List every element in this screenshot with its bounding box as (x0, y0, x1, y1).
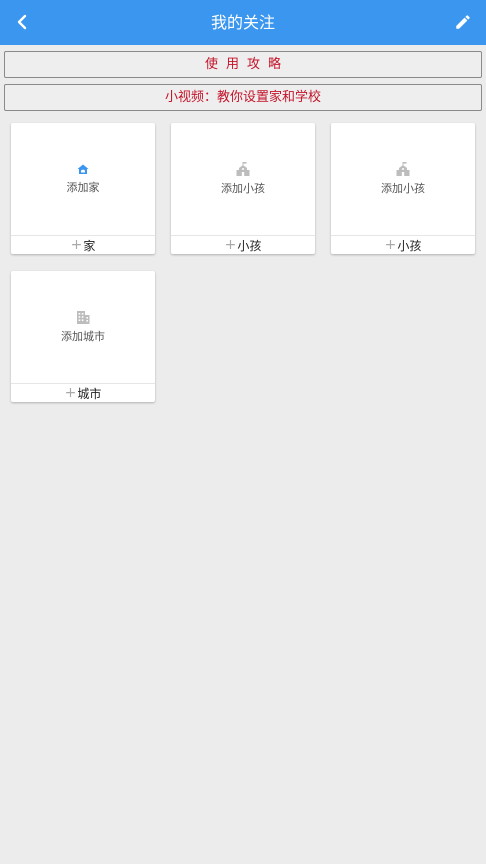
card-child-1-footer-label: 小孩 (237, 238, 262, 253)
card-child-1-label: 添加小孩 (221, 182, 265, 195)
card-child-2-footer-label: 小孩 (397, 238, 422, 253)
card-city-body[interactable]: 添加城市 (11, 271, 155, 383)
card-city-label: 添加城市 (61, 329, 105, 343)
page-title: 我的关注 (210, 13, 275, 32)
card-child-1[interactable]: 添加小孩 + 小孩 (171, 123, 315, 254)
card-child-1-body[interactable]: 添加小孩 (171, 123, 315, 235)
plus-icon: + (64, 385, 77, 401)
card-home-label: 添加家 (66, 180, 100, 194)
add-child-1-button[interactable]: + 小孩 (171, 235, 315, 254)
plus-icon: + (384, 237, 397, 253)
guide-button[interactable]: 使用攻略 (4, 51, 482, 78)
edit-button[interactable] (450, 9, 476, 35)
plus-icon: + (70, 237, 83, 253)
card-child-2-label: 添加小孩 (381, 182, 425, 195)
pencil-icon (456, 15, 470, 29)
add-home-button[interactable]: + 家 (11, 235, 155, 254)
building-icon (77, 310, 90, 324)
plus-icon: + (224, 237, 237, 253)
add-city-button[interactable]: + 城市 (11, 383, 155, 402)
card-child-2[interactable]: 添加小孩 + 小孩 (331, 123, 475, 254)
card-home-footer-label: 家 (83, 238, 96, 253)
app-header: 我的关注 (0, 0, 486, 45)
school-icon (236, 162, 250, 176)
card-city[interactable]: 添加城市 + 城市 (11, 271, 155, 402)
school-icon (396, 162, 410, 176)
add-child-2-button[interactable]: + 小孩 (331, 235, 475, 254)
card-home-body[interactable]: 添加家 (11, 123, 155, 235)
home-icon (77, 164, 89, 174)
card-home[interactable]: 添加家 + 家 (11, 123, 155, 254)
video-tutorial-button[interactable]: 小视频：教你设置家和学校 (4, 84, 482, 111)
card-city-footer-label: 城市 (77, 386, 102, 401)
card-child-2-body[interactable]: 添加小孩 (331, 123, 475, 235)
